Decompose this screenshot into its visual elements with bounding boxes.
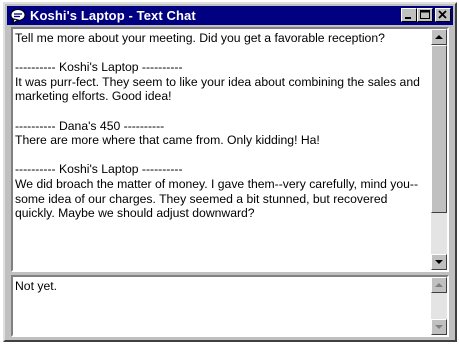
scroll-down-button[interactable] [431,254,447,270]
maximize-button[interactable] [417,8,433,22]
transcript-text: Tell me more about your meeting. Did you… [15,31,427,268]
message-block: ---------- Dana's 450 ---------- There a… [15,119,427,148]
message-block: ---------- Koshi's Laptop ---------- We … [15,162,427,220]
maximize-icon [420,10,430,19]
chat-window: Koshi's Laptop - Text Chat Tell me more … [3,2,457,342]
message-block: ---------- Koshi's Laptop ---------- It … [15,60,427,104]
minimize-icon [405,17,411,19]
title-bar[interactable]: Koshi's Laptop - Text Chat [7,6,453,25]
scroll-up-button[interactable] [431,29,447,45]
window-title: Koshi's Laptop - Text Chat [30,8,196,23]
message-text: There are more where that came from. Onl… [15,133,320,148]
close-button[interactable] [435,8,451,22]
transcript-pane[interactable]: Tell me more about your meeting. Did you… [11,27,449,272]
sender-header: ---------- Dana's 450 ---------- [15,118,165,133]
window-controls [401,8,451,22]
transcript-line: Tell me more about your meeting. Did you… [15,31,385,45]
arrow-up-icon [435,283,443,287]
sender-header: ---------- Koshi's Laptop ---------- [15,60,183,75]
message-text: It was purr-fect. They seem to like your… [15,74,420,104]
compose-scrollbar[interactable] [431,277,447,335]
scroll-down-button[interactable] [431,319,447,335]
close-icon [438,10,447,19]
sender-header: ---------- Koshi's Laptop ---------- [15,162,183,177]
arrow-up-icon [435,35,443,39]
arrow-down-icon [435,260,443,264]
chat-bubble-icon[interactable] [9,7,27,25]
transcript-scrollbar[interactable] [431,29,447,270]
compose-input[interactable]: Not yet. [15,279,427,333]
scroll-thumb[interactable] [431,45,447,213]
minimize-button[interactable] [401,8,417,22]
scroll-up-button[interactable] [431,277,447,293]
arrow-down-icon [435,325,443,329]
message-text: We did broach the matter of money. I gav… [15,176,419,221]
compose-pane[interactable]: Not yet. [11,275,449,337]
